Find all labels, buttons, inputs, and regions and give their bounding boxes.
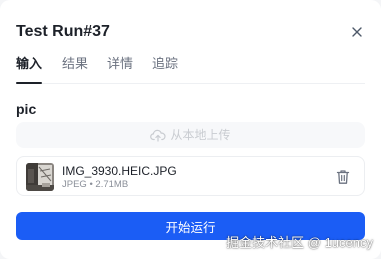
upload-from-local-button[interactable]: 从本地上传 <box>16 122 365 148</box>
file-size: 2.71MB <box>95 179 129 190</box>
upload-label: 从本地上传 <box>170 128 231 142</box>
meta-separator: • <box>89 179 93 190</box>
file-thumbnail <box>26 163 54 191</box>
tab-input[interactable]: 输入 <box>16 56 43 84</box>
uploaded-file-card: IMG_3930.HEIC.JPG JPEG • 2.71MB <box>16 156 365 196</box>
tab-bar: 输入 结果 详情 追踪 <box>16 56 365 84</box>
panel-header: Test Run#37 <box>16 22 365 42</box>
file-type: JPEG <box>62 179 87 190</box>
tab-details[interactable]: 详情 <box>107 56 133 78</box>
test-run-panel: Test Run#37 输入 结果 详情 追踪 pic 从本地上传 IMG_39… <box>0 0 381 259</box>
tab-trace[interactable]: 追踪 <box>152 56 178 78</box>
cloud-upload-icon <box>150 129 167 142</box>
file-name: IMG_3930.HEIC.JPG <box>62 164 177 178</box>
panel-title: Test Run#37 <box>16 23 110 40</box>
trash-icon <box>336 170 350 184</box>
watermark-text: 掘金技术社区 @ 1ucency <box>226 235 373 250</box>
close-icon <box>352 27 362 37</box>
delete-file-button[interactable] <box>336 169 350 185</box>
file-meta: JPEG • 2.71MB <box>62 179 128 191</box>
close-button[interactable] <box>349 24 365 40</box>
field-label-pic: pic <box>16 101 37 117</box>
tab-result[interactable]: 结果 <box>62 56 88 78</box>
